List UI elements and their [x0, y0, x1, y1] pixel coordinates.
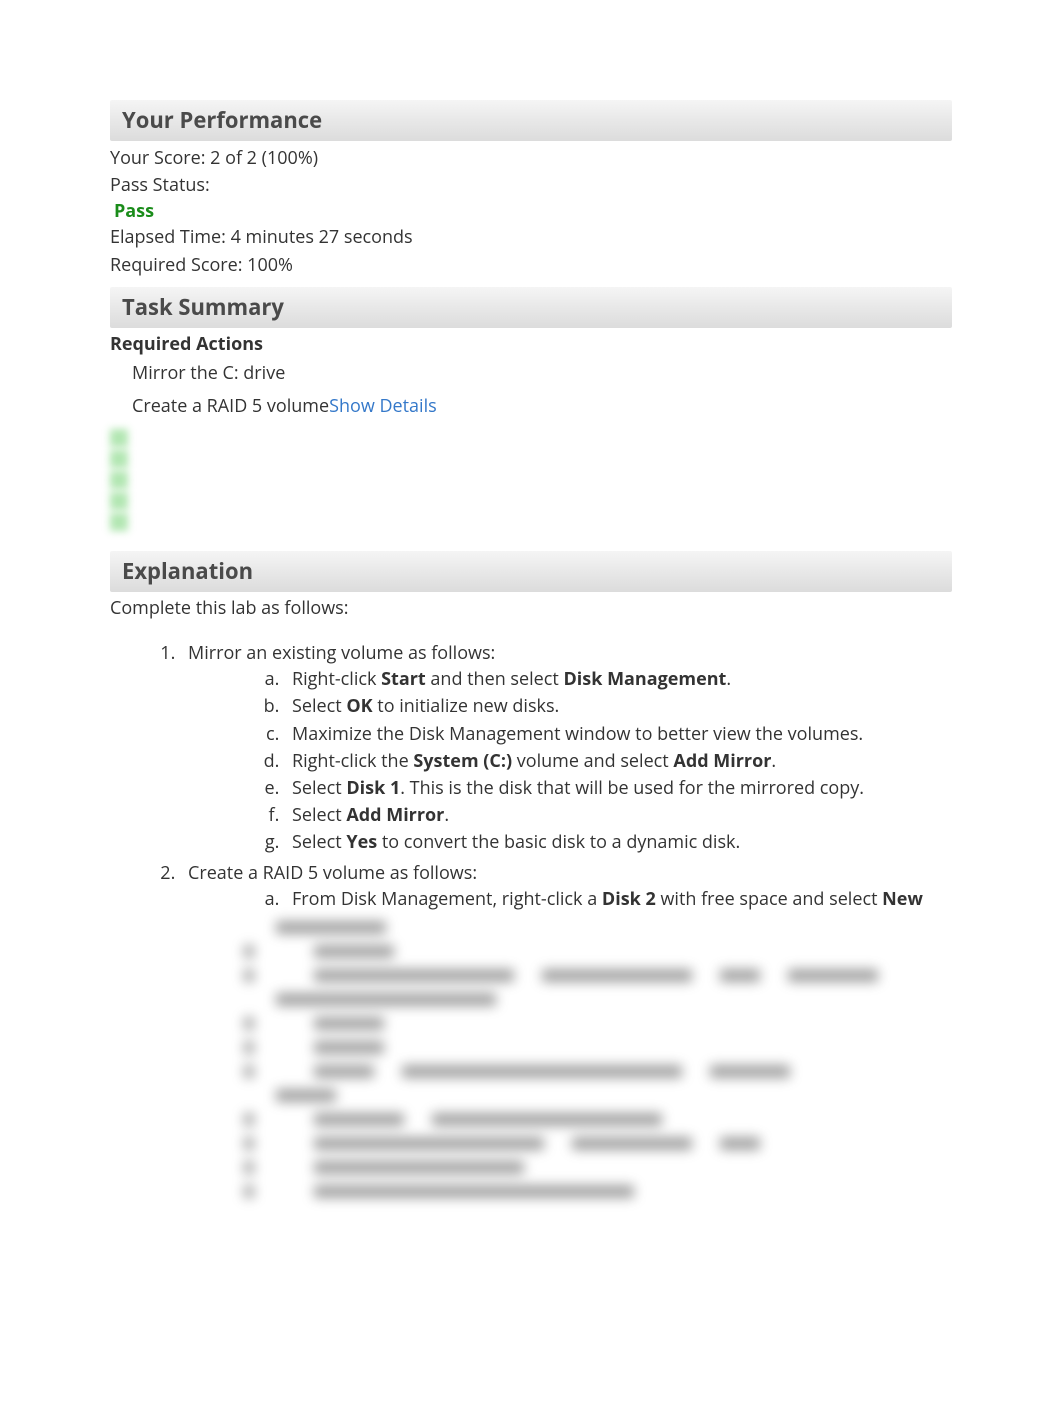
obscured-details: [110, 429, 952, 531]
step-1e: Select Disk 1. This is the disk that wil…: [284, 775, 952, 802]
action-raid5-text: Create a RAID 5 volume: [132, 394, 329, 419]
step-1: Mirror an existing volume as follows: Ri…: [180, 639, 952, 859]
score-line: Your Score: 2 of 2 (100%): [110, 145, 952, 172]
step-1d: Right-click the System (C:) volume and s…: [284, 748, 952, 775]
step-1f: Select Add Mirror.: [284, 802, 952, 829]
step-2: Create a RAID 5 volume as follows: From …: [180, 859, 952, 915]
obscured-steps: [110, 921, 952, 1203]
step-1a: Right-click Start and then select Disk M…: [284, 666, 952, 693]
task-summary-heading: Task Summary: [110, 287, 952, 328]
step-1-title: Mirror an existing volume as follows:: [188, 641, 495, 665]
step-1c: Maximize the Disk Management window to b…: [284, 721, 952, 748]
step-1b: Select OK to initialize new disks.: [284, 693, 952, 720]
required-score: Required Score: 100%: [110, 252, 952, 279]
action-row-mirror: Mirror the C: drive: [110, 357, 952, 390]
pass-status-label: Pass Status:: [110, 172, 952, 199]
required-actions-label: Required Actions: [110, 332, 952, 357]
explanation-heading: Explanation: [110, 551, 952, 592]
pass-status-value: Pass: [110, 199, 952, 224]
elapsed-time: Elapsed Time: 4 minutes 27 seconds: [110, 224, 952, 251]
explanation-intro: Complete this lab as follows:: [110, 596, 952, 621]
step-2a: From Disk Management, right-click a Disk…: [284, 886, 952, 913]
check-icon: [110, 397, 126, 417]
performance-heading: Your Performance: [110, 100, 952, 141]
check-icon: [110, 363, 126, 383]
action-mirror-text: Mirror the C: drive: [132, 361, 285, 386]
action-row-raid5: Create a RAID 5 volume Show Details: [110, 390, 952, 423]
step-1g: Select Yes to convert the basic disk to …: [284, 829, 952, 856]
show-details-link[interactable]: Show Details: [329, 394, 437, 419]
step-2-title: Create a RAID 5 volume as follows:: [188, 861, 477, 885]
